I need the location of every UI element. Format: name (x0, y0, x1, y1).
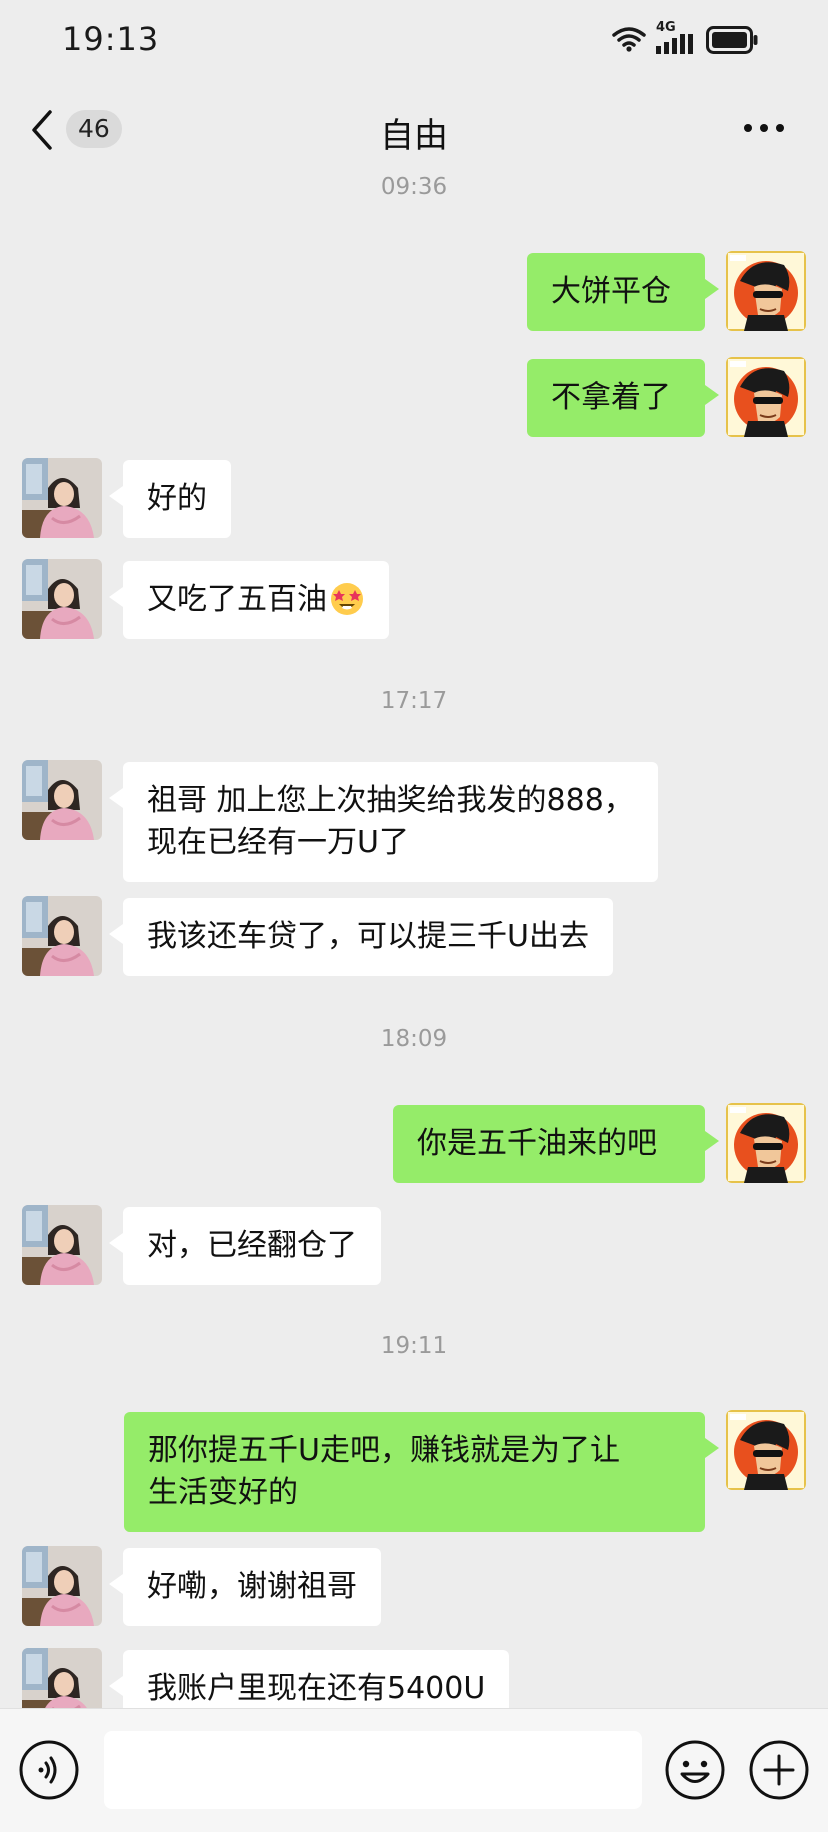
status-bar: 19:13 4G (0, 0, 828, 80)
self-avatar[interactable] (726, 1410, 806, 1490)
received-message: 又吃了五百油 (0, 559, 828, 639)
sent-message: 不拿着了 (0, 357, 828, 437)
sent-message: 你是五千油来的吧 (0, 1103, 828, 1183)
message-text: 我账户里现在还有5400U (147, 1671, 486, 1706)
received-message: 对，已经翻仓了 (0, 1205, 828, 1285)
signal-icon: 4G (656, 20, 696, 54)
message-text: 那你提五千U走吧，赚钱就是为了让 生活变好的 (148, 1433, 620, 1510)
message-text: 我该还车贷了，可以提三千U出去 (147, 919, 589, 954)
wifi-icon (612, 27, 646, 52)
self-avatar[interactable] (726, 1103, 806, 1183)
message-bubble[interactable]: 好的 (109, 460, 231, 538)
message-text: 大饼平仓 (551, 274, 671, 309)
message-bubble[interactable]: 你是五千油来的吧 (393, 1105, 719, 1183)
message-bubble[interactable]: 不拿着了 (527, 359, 719, 437)
message-bubble[interactable]: 那你提五千U走吧，赚钱就是为了让 生活变好的 (124, 1412, 719, 1532)
message-bubble[interactable]: 我该还车贷了，可以提三千U出去 (109, 898, 613, 976)
input-bar (0, 1708, 828, 1832)
emoji-icon[interactable] (664, 1739, 726, 1801)
message-bubble[interactable]: 祖哥 加上您上次抽奖给我发的888， 现在已经有一万U了 (109, 762, 658, 882)
chat-title: 自由 (380, 116, 448, 156)
message-text: 祖哥 加上您上次抽奖给我发的888， 现在已经有一万U了 (147, 783, 634, 860)
message-timestamp: 17:17 (380, 688, 448, 714)
message-bubble[interactable]: 对，已经翻仓了 (109, 1207, 381, 1285)
sent-message: 大饼平仓 (0, 251, 828, 331)
contact-avatar[interactable] (22, 1546, 102, 1626)
star-struck-emoji-icon (331, 583, 363, 615)
message-text: 不拿着了 (551, 380, 671, 415)
contact-avatar[interactable] (22, 1205, 102, 1285)
message-input[interactable] (104, 1731, 642, 1809)
received-message: 好的 (0, 458, 828, 538)
contact-avatar[interactable] (22, 559, 102, 639)
message-text: 对，已经翻仓了 (147, 1228, 357, 1263)
chat-header: 46 自由 (0, 94, 828, 164)
status-time: 19:13 (62, 20, 160, 58)
battery-icon (706, 26, 758, 54)
self-avatar[interactable] (726, 357, 806, 437)
sent-message: 那你提五千U走吧，赚钱就是为了让 生活变好的 (0, 1410, 828, 1532)
message-bubble[interactable]: 又吃了五百油 (109, 561, 389, 639)
contact-avatar[interactable] (22, 896, 102, 976)
message-bubble[interactable]: 大饼平仓 (527, 253, 719, 331)
more-options-icon[interactable] (744, 124, 784, 136)
message-bubble[interactable]: 好嘞，谢谢祖哥 (109, 1548, 381, 1626)
received-message: 祖哥 加上您上次抽奖给我发的888， 现在已经有一万U了 (0, 760, 828, 882)
message-timestamp: 18:09 (380, 1026, 448, 1052)
message-text: 又吃了五百油 (147, 582, 327, 617)
contact-avatar[interactable] (22, 760, 102, 840)
received-message: 好嘞，谢谢祖哥 (0, 1546, 828, 1626)
message-timestamp: 19:11 (380, 1333, 448, 1359)
contact-avatar[interactable] (22, 458, 102, 538)
network-type-label: 4G (656, 20, 676, 35)
received-message: 我该还车贷了，可以提三千U出去 (0, 896, 828, 976)
message-text: 好嘞，谢谢祖哥 (147, 1569, 357, 1604)
self-avatar[interactable] (726, 251, 806, 331)
plus-icon[interactable] (748, 1739, 810, 1801)
message-timestamp: 09:36 (380, 174, 448, 200)
message-text: 好的 (147, 481, 207, 516)
message-text: 你是五千油来的吧 (417, 1126, 657, 1161)
voice-icon[interactable] (18, 1739, 80, 1801)
